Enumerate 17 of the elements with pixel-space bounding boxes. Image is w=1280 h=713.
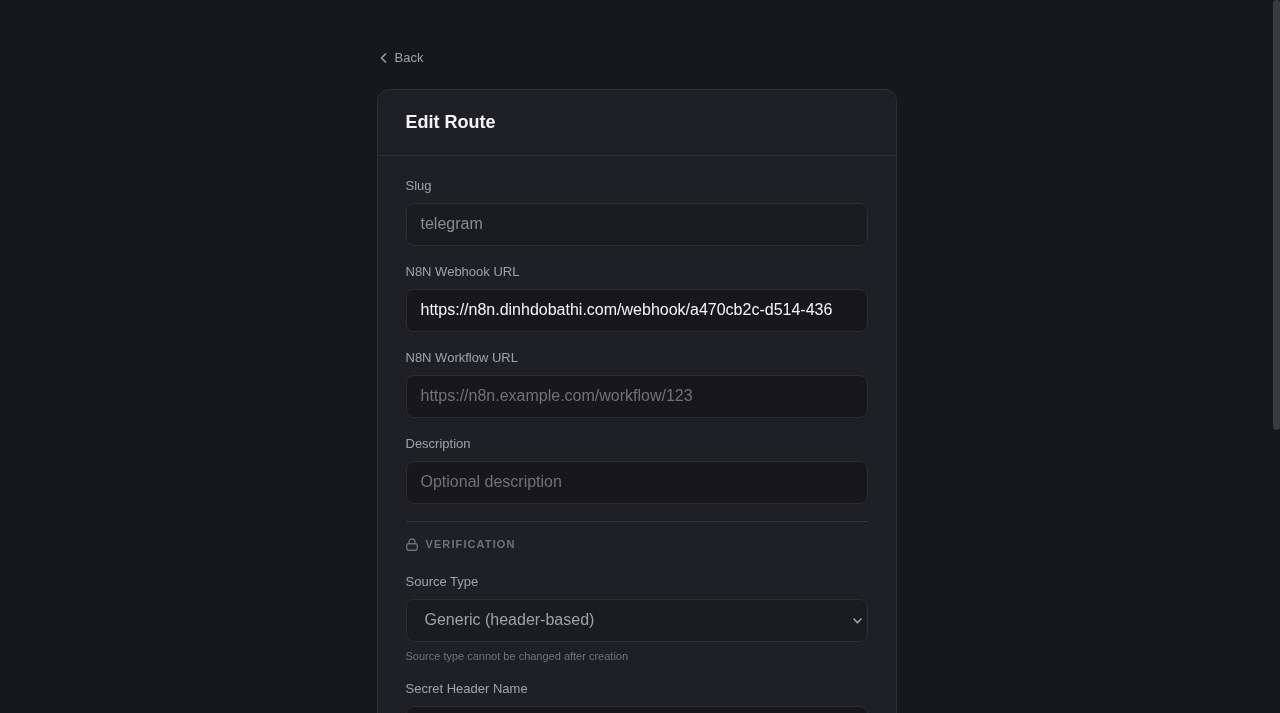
chevron-down-icon	[852, 618, 862, 624]
form-label: Description	[405, 435, 472, 453]
input-field[interactable]: https://n8n.example.com/workflow/123	[405, 375, 868, 418]
help-text: Source type cannot be changed after creation	[405, 649, 630, 663]
form-label: N8N Webhook URL	[405, 263, 521, 281]
input-field[interactable]: Optional description	[405, 461, 868, 504]
scrollbar-thumb[interactable]	[1273, 0, 1280, 430]
input-field[interactable]: https://n8n.dinhdobathi.com/webhook/a470cb2c-d514-436	[405, 289, 868, 332]
chevron-left-icon	[379, 53, 387, 63]
card-title: Edit Route	[405, 111, 497, 134]
form-label: Slug	[405, 177, 433, 195]
form-label: N8N Workflow URL	[405, 349, 519, 367]
form-label: Source Type	[405, 573, 480, 591]
form-label: Secret Header Name	[405, 680, 529, 698]
lock-icon	[405, 537, 418, 551]
section-heading: VERIFICATION	[425, 537, 516, 552]
back-link[interactable]: Back	[379, 49, 424, 67]
